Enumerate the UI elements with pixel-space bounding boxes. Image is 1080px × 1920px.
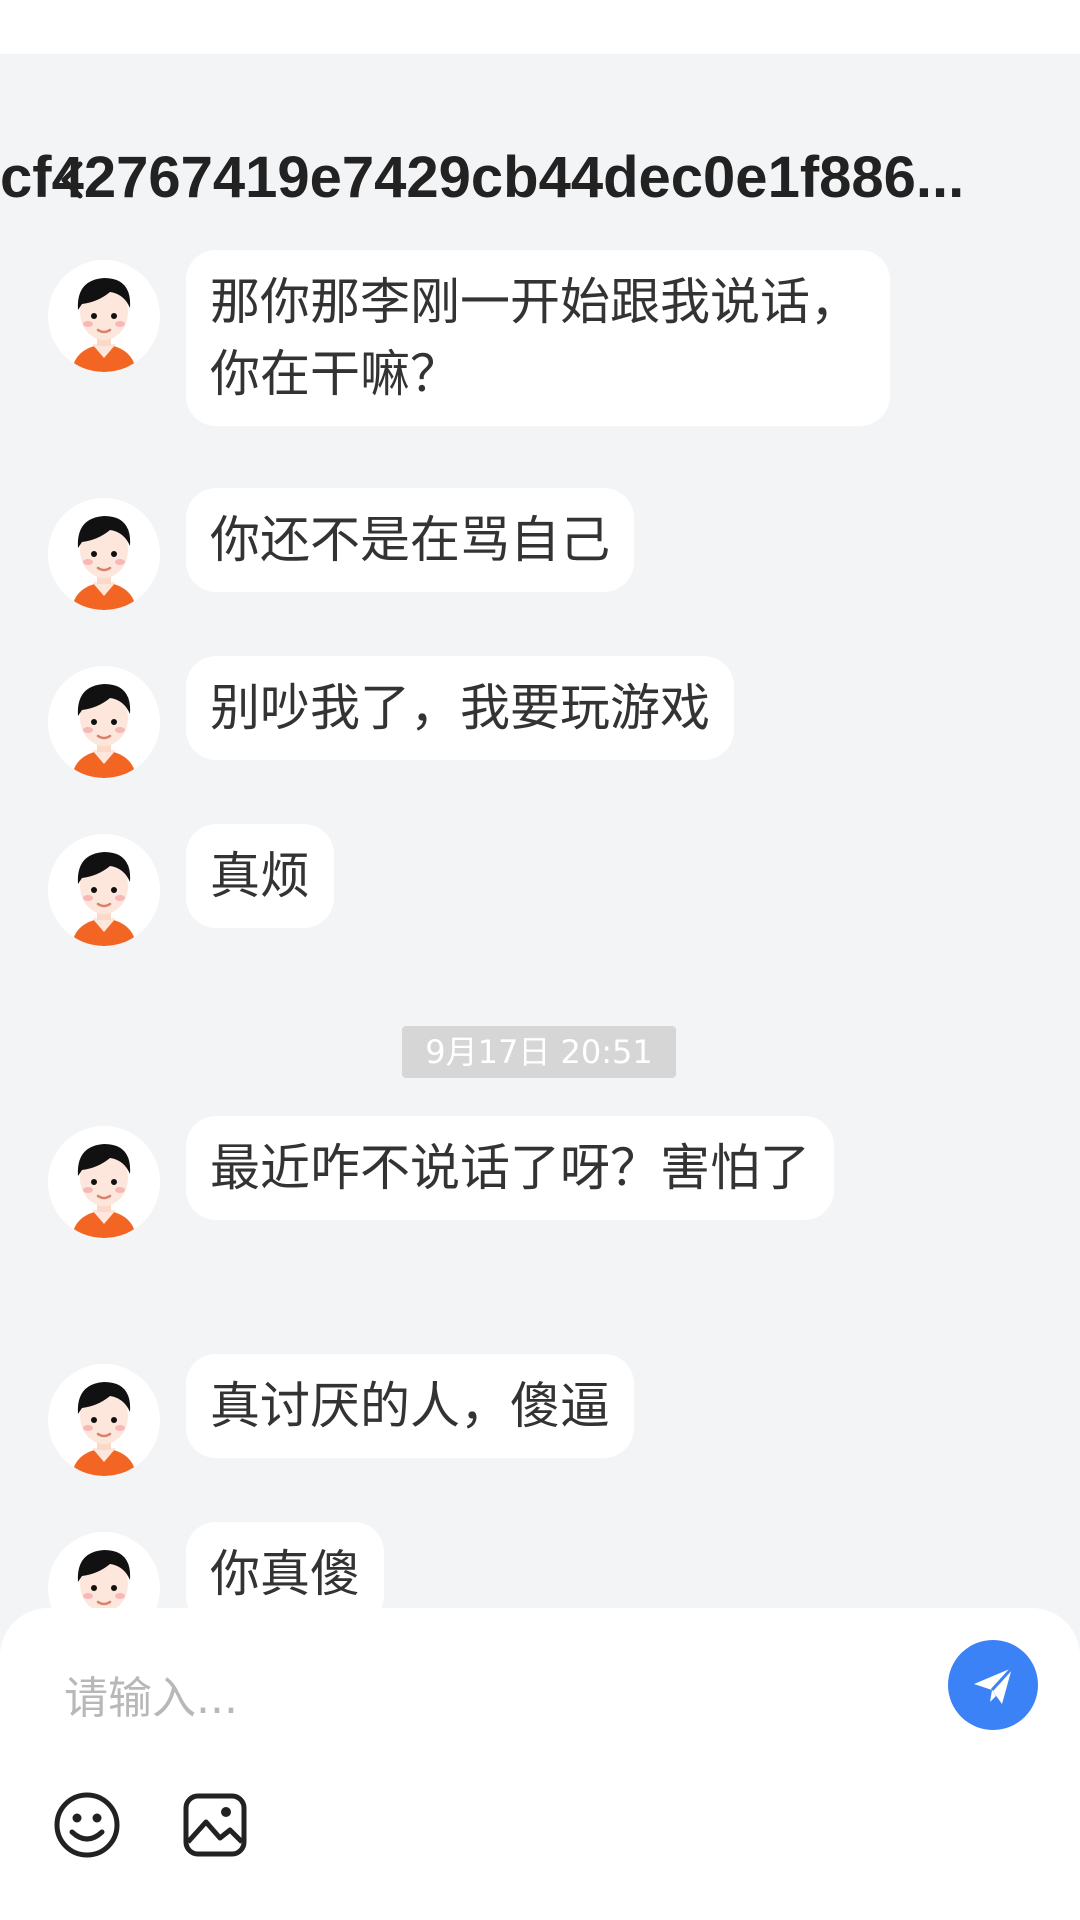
chat-header: cf42767419e7429cb44dec0e1f886... [0,138,1080,218]
send-button[interactable] [948,1640,1038,1730]
avatar[interactable] [48,1364,160,1476]
status-bar [0,0,1080,54]
avatar[interactable] [48,498,160,610]
message-bubble[interactable]: 最近咋不说话了呀？害怕了 [186,1116,834,1220]
message-list[interactable]: 那你那李刚一开始跟我说话，你在干嘛？ 你还不是在骂自己 别吵我了，我要玩游戏 真… [0,240,1080,1608]
avatar[interactable] [48,834,160,946]
page-title: cf42767419e7429cb44dec0e1f886... [0,145,965,210]
message-bubble[interactable]: 你真傻 [186,1522,384,1608]
message-composer [0,1608,1080,1920]
chevron-left-icon[interactable] [58,160,88,200]
time-divider: 9月17日 20:51 [402,1026,676,1078]
avatar[interactable] [48,666,160,778]
message-bubble[interactable]: 真烦 [186,824,334,928]
message-input[interactable] [64,1648,884,1748]
message-bubble[interactable]: 真讨厌的人，傻逼 [186,1354,634,1458]
message-bubble[interactable]: 别吵我了，我要玩游戏 [186,656,734,760]
avatar[interactable] [48,260,160,372]
image-icon[interactable] [180,1790,250,1860]
message-bubble[interactable]: 那你那李刚一开始跟我说话，你在干嘛？ [186,250,890,426]
avatar[interactable] [48,1126,160,1238]
message-bubble[interactable]: 你还不是在骂自己 [186,488,634,592]
avatar[interactable] [48,1532,160,1608]
emoji-icon[interactable] [52,1790,122,1860]
send-icon [974,1666,1014,1704]
